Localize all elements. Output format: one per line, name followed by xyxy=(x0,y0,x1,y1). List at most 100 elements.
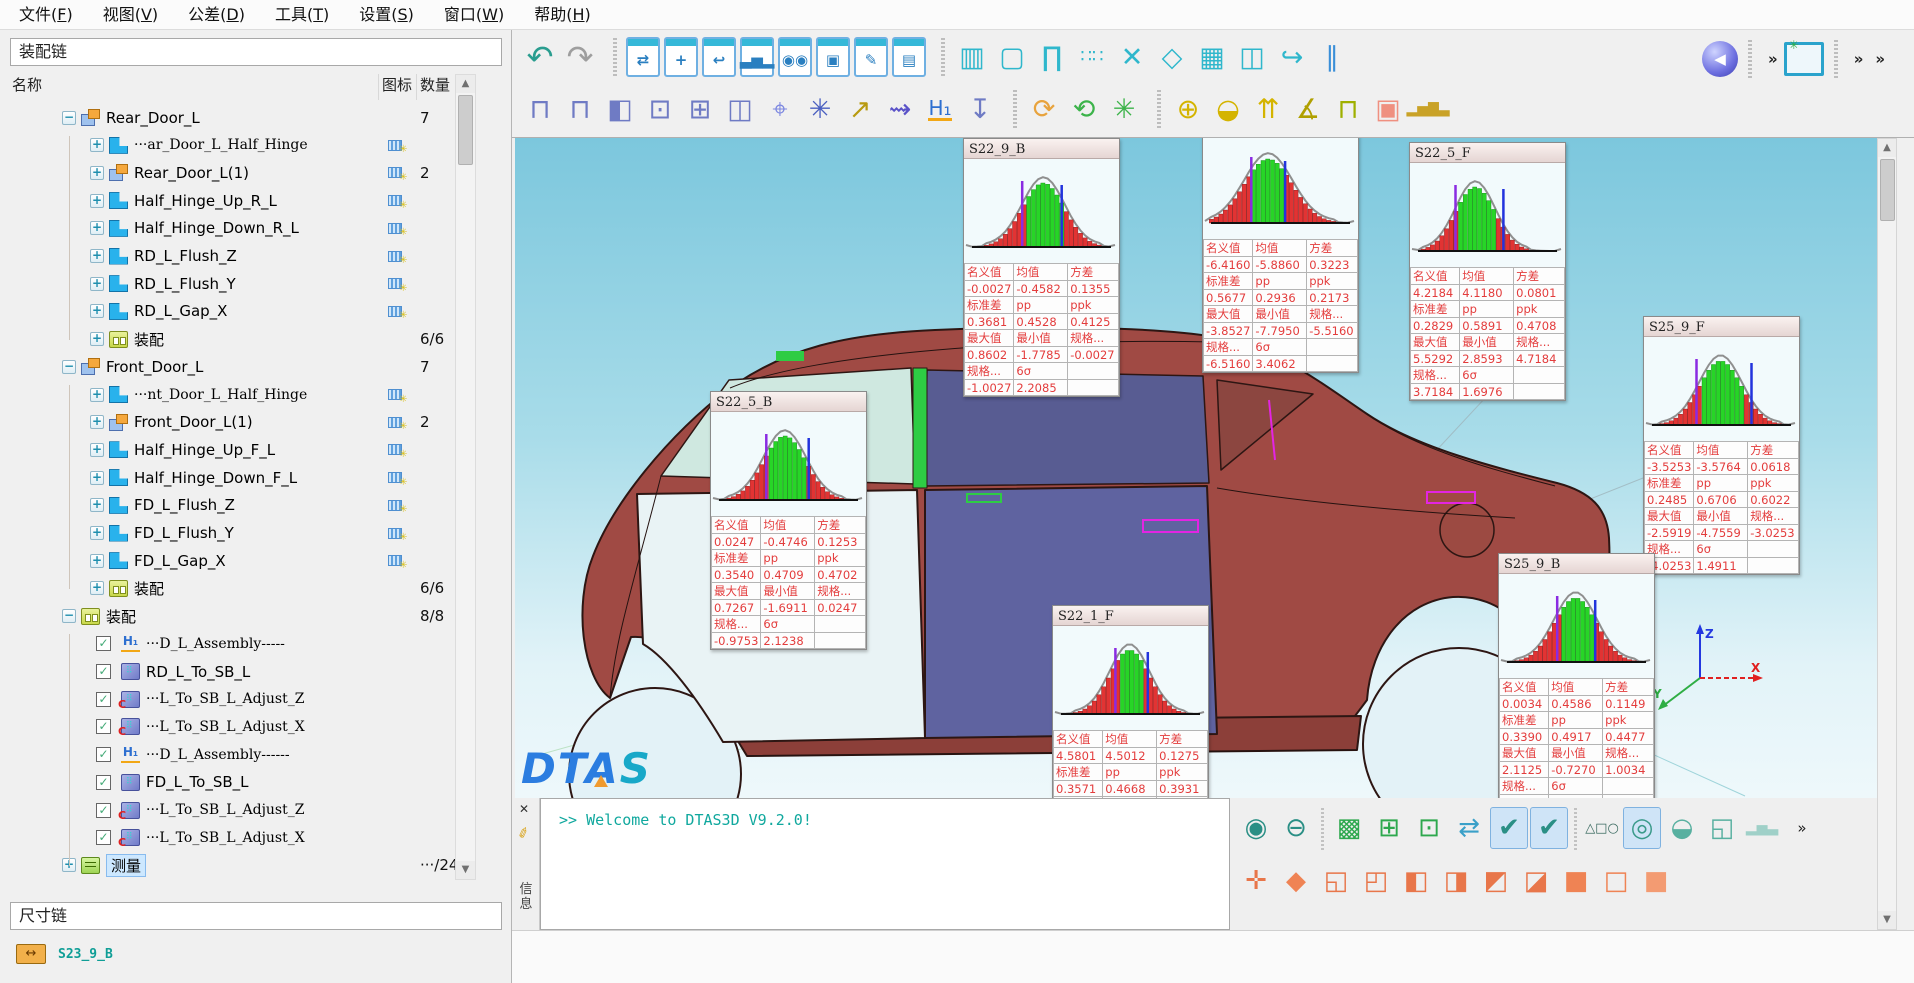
viewport-scrollbar[interactable]: ▲ ▼ xyxy=(1877,138,1897,930)
collapse-icon[interactable]: − xyxy=(62,609,76,623)
view-left-icon[interactable]: ◧ xyxy=(1397,860,1435,902)
view-back-icon[interactable]: ◪ xyxy=(1517,860,1555,902)
polygon-points-icon[interactable]: ◇ xyxy=(1152,35,1192,79)
parallel-planes-icon[interactable]: ∥ xyxy=(1312,35,1352,79)
column-icon[interactable]: 图标 xyxy=(382,74,412,95)
result-popup-s25_9_f[interactable]: S25_9_F 名义值均值方差-3.5253-3.57640.0618标准差pp… xyxy=(1643,316,1800,575)
tree-scroll-up[interactable]: ▲ xyxy=(456,75,475,93)
fixture-b-icon[interactable]: ⊓ xyxy=(560,87,600,131)
expand-icon[interactable]: + xyxy=(90,581,104,595)
viewport-scroll-thumb[interactable] xyxy=(1880,159,1895,221)
tree-scroll-down[interactable]: ▼ xyxy=(456,861,475,879)
swap-view-icon[interactable]: ⇄ xyxy=(1450,807,1488,849)
popup-title[interactable]: S22_5_B xyxy=(711,392,866,412)
column-name[interactable]: 名称 xyxy=(12,74,42,95)
result-popup-s22_9_b[interactable]: S22_9_B 名义值均值方差-0.0027-0.45820.1355标准差pp… xyxy=(963,138,1120,397)
dimension-chain-tab[interactable]: ↔ S23_9_B xyxy=(16,944,113,964)
primitive-shapes-icon[interactable]: △□○ xyxy=(1583,807,1621,849)
more-chevron-2[interactable]: » xyxy=(1854,50,1864,68)
expand-icon[interactable]: + xyxy=(90,304,104,318)
more-chevron-3[interactable]: » xyxy=(1875,50,1885,68)
link-dots-icon[interactable]: ⇝ xyxy=(880,87,920,131)
position-tolerance-icon[interactable]: ⊕ xyxy=(1168,87,1208,131)
float-arrows-icon[interactable]: ⇈ xyxy=(1248,87,1288,131)
menu-h[interactable]: 帮助(H) xyxy=(519,0,606,30)
star-network-icon[interactable]: ✳ xyxy=(1104,87,1144,131)
result-popup-s22_9_untitled[interactable]: 名义值均值方差-6.4160-5.88600.3223标准差ppppk0.567… xyxy=(1202,138,1359,373)
redo-icon[interactable]: ↷ xyxy=(560,35,600,79)
mesh-grid-icon[interactable]: ▦ xyxy=(1192,35,1232,79)
collapse-icon[interactable]: − xyxy=(62,111,76,125)
rotate-cylinder-green-icon[interactable]: ⟲ xyxy=(1064,87,1104,131)
t-plane-icon[interactable]: ◱ xyxy=(1703,807,1741,849)
menu-s[interactable]: 设置(S) xyxy=(344,0,429,30)
hide-components-icon[interactable]: ⊖ xyxy=(1277,807,1315,849)
result-popup-s22_5_f[interactable]: S22_5_F 名义值均值方差4.21844.11800.0801标准差pppp… xyxy=(1409,142,1566,401)
viewport-3d[interactable]: Z Y X DTAS S22_9_B 名义值均值方差-0.0027-0.4582… xyxy=(515,138,1877,798)
grid-outline-icon[interactable]: ⊞ xyxy=(1370,807,1408,849)
view-top-icon[interactable]: ◰ xyxy=(1357,860,1395,902)
pillar-table-icon[interactable]: ∏ xyxy=(1032,35,1072,79)
expand-icon[interactable]: + xyxy=(90,498,104,512)
tree-row--[interactable]: −装配8/8 xyxy=(0,603,455,630)
more-icons-chevron[interactable]: » xyxy=(1783,807,1821,849)
cube-points-icon[interactable]: ⊡ xyxy=(640,87,680,131)
collapse-icon[interactable]: − xyxy=(62,360,76,374)
menu-t[interactable]: 工具(T) xyxy=(260,0,344,30)
expand-icon[interactable]: + xyxy=(90,138,104,152)
iso-cube-icon[interactable]: ◆ xyxy=(1277,860,1315,902)
histogram-disabled-icon[interactable]: ▂▅▃ xyxy=(1743,807,1781,849)
viewport-scroll-down[interactable]: ▼ xyxy=(1878,911,1896,929)
import-model-icon[interactable]: ⇄ xyxy=(626,37,660,77)
menu-w[interactable]: 窗口(W) xyxy=(429,0,519,30)
checkbox-checked[interactable]: ✓ xyxy=(96,747,111,762)
dome-target-icon[interactable]: ◒ xyxy=(1663,807,1701,849)
expand-icon[interactable]: + xyxy=(90,443,104,457)
expand-icon[interactable]: + xyxy=(90,166,104,180)
tree-scroll-thumb[interactable] xyxy=(458,95,473,165)
grid-lock-icon[interactable]: ⊡ xyxy=(1410,807,1448,849)
compare-report-icon[interactable]: ◉◉ xyxy=(778,37,812,77)
angle-gauge-icon[interactable]: ∡ xyxy=(1288,87,1328,131)
dim-box-icon[interactable]: ◫ xyxy=(720,87,760,131)
view-shaded-icon[interactable]: ■ xyxy=(1637,860,1675,902)
expand-icon[interactable]: + xyxy=(90,221,104,235)
menu-v[interactable]: 视图(V) xyxy=(88,0,173,30)
rotate-cylinder-orange-icon[interactable]: ⟳ xyxy=(1024,87,1064,131)
pin-block-icon[interactable]: ◫ xyxy=(1232,35,1272,79)
rounded-rect-icon[interactable]: ▢ xyxy=(992,35,1032,79)
popup-title[interactable]: S22_5_F xyxy=(1410,143,1565,163)
menu-d[interactable]: 公差(D) xyxy=(173,0,260,30)
checkbox-checked[interactable]: ✓ xyxy=(96,636,111,651)
tree-scrollbar[interactable]: ▲ ▼ xyxy=(455,74,476,880)
console-close-icon[interactable]: ✕ xyxy=(519,802,529,816)
show-components-icon[interactable]: ◉ xyxy=(1237,807,1275,849)
link-line-icon[interactable]: ↗ xyxy=(840,87,880,131)
expand-icon[interactable]: + xyxy=(90,332,104,346)
expand-icon[interactable]: + xyxy=(90,526,104,540)
fixture-a-icon[interactable]: ⊓ xyxy=(520,87,560,131)
result-popup-s22_1_f[interactable]: S22_1_F 名义值均值方差4.58014.50120.1275标准差pppp… xyxy=(1052,605,1209,798)
result-popup-s22_5_b[interactable]: S22_5_B 名义值均值方差0.0247-0.47460.1253标准差ppp… xyxy=(710,391,867,650)
checkbox-checked[interactable]: ✓ xyxy=(96,664,111,679)
locator-pin-icon[interactable]: ⌖ xyxy=(760,87,800,131)
viewport-scroll-up[interactable]: ▲ xyxy=(1878,139,1896,157)
checkbox-checked[interactable]: ✓ xyxy=(96,692,111,707)
view-right-icon[interactable]: ◨ xyxy=(1437,860,1475,902)
checkbox-checked[interactable]: ✓ xyxy=(96,719,111,734)
popup-title[interactable]: S22_9_B xyxy=(964,139,1119,159)
checkbox-checked[interactable]: ✓ xyxy=(96,830,111,845)
menu-f[interactable]: 文件(F) xyxy=(4,0,88,30)
checkbox-checked[interactable]: ✓ xyxy=(96,803,111,818)
expand-icon[interactable]: + xyxy=(90,554,104,568)
console-clear-icon[interactable]: ✐ xyxy=(516,824,532,843)
undo-icon[interactable]: ↶ xyxy=(520,35,560,79)
histogram-curve-icon[interactable]: ▂▅▇▃ xyxy=(1408,87,1448,131)
checkbox-checked[interactable]: ✓ xyxy=(96,775,111,790)
drop-cube-icon[interactable]: ↧ xyxy=(960,87,1000,131)
view-front-icon[interactable]: ◩ xyxy=(1477,860,1515,902)
grid-filled-icon[interactable]: ▩ xyxy=(1330,807,1368,849)
expand-icon[interactable]: + xyxy=(90,388,104,402)
view-wireframe-icon[interactable]: □ xyxy=(1597,860,1635,902)
popup-title[interactable]: S22_1_F xyxy=(1053,606,1208,626)
